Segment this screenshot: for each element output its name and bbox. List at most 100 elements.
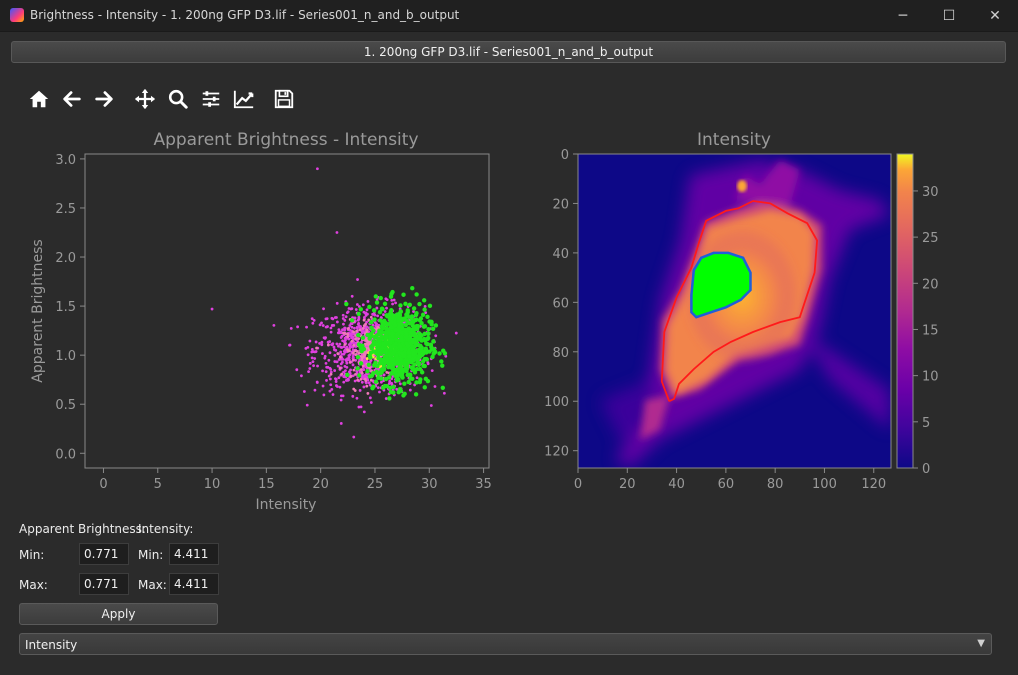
int-max-label: Max: — [138, 578, 167, 592]
scatter-point — [335, 360, 339, 364]
scatter-point — [369, 401, 373, 404]
scatter-point — [363, 353, 367, 357]
scatter-point — [405, 344, 411, 349]
scatter-point — [384, 383, 390, 389]
image-y-tick-label: 80 — [552, 346, 569, 361]
scatter-axes[interactable] — [84, 153, 490, 469]
scatter-point — [375, 363, 380, 369]
scatter-point — [454, 331, 458, 335]
scatter-point — [372, 317, 377, 322]
scatter-point — [389, 325, 394, 330]
scatter-point — [396, 377, 401, 382]
mode-dropdown[interactable]: Intensity ▼ — [19, 633, 992, 655]
scatter-point — [350, 294, 354, 298]
scatter-point — [346, 332, 350, 336]
scatter-point — [361, 326, 365, 330]
image-x-axis: 0 20 40 60 80 100 120 — [574, 468, 886, 492]
scatter-point — [359, 377, 363, 381]
scatter-point — [325, 379, 328, 382]
ab-min-input[interactable] — [79, 543, 129, 565]
scatter-point — [364, 322, 367, 326]
scatter-point — [401, 393, 406, 398]
scatter-point — [423, 305, 427, 308]
scatter-point — [360, 335, 366, 341]
scatter-point — [308, 367, 312, 370]
scatter-point — [379, 380, 383, 384]
scatter-point — [333, 348, 336, 352]
scatter-point — [414, 366, 420, 372]
scatter-point — [340, 346, 344, 349]
scatter-point — [339, 398, 343, 402]
intensity-image[interactable] — [578, 154, 891, 468]
scatter-point — [410, 286, 415, 291]
scatter-point — [398, 388, 404, 394]
scatter-point — [408, 358, 413, 363]
scatter-point — [338, 366, 342, 370]
scatter-point — [426, 331, 431, 337]
scatter-point — [314, 340, 318, 344]
scatter-point — [351, 363, 355, 367]
scatter-point — [382, 301, 388, 307]
scatter-point — [322, 307, 325, 311]
scatter-point — [417, 301, 422, 307]
scatter-point — [305, 325, 308, 329]
scatter-point — [349, 307, 353, 311]
image-x-tick-label: 40 — [668, 477, 685, 492]
scatter-point — [413, 392, 419, 397]
scatter-point — [415, 323, 421, 329]
scatter-point — [349, 368, 352, 372]
scatter-point — [406, 379, 411, 385]
scatter-point — [410, 339, 415, 345]
image-x-tick-label: 100 — [812, 477, 837, 492]
scatter-point — [381, 341, 386, 347]
image-x-tick-label: 0 — [574, 477, 582, 492]
scatter-point — [341, 313, 345, 317]
scatter-point — [369, 315, 373, 319]
mode-dropdown-value: Intensity — [25, 638, 78, 652]
scatter-point — [320, 321, 323, 325]
scatter-point — [401, 353, 407, 359]
scatter-point — [421, 349, 426, 354]
scatter-point — [363, 377, 367, 381]
int-min-input[interactable] — [169, 543, 219, 565]
figure-canvas[interactable]: Apparent Brightness - Intensity 0 5 10 15 20… — [0, 0, 1018, 520]
scatter-point — [359, 355, 363, 358]
scatter-point — [422, 307, 427, 312]
scatter-point — [321, 384, 325, 388]
scatter-point — [335, 342, 339, 346]
scatter-x-tick-label: 30 — [421, 477, 438, 492]
scatter-point — [361, 375, 365, 379]
scatter-y-tick-label: 3.0 — [55, 153, 76, 168]
scatter-point — [373, 379, 379, 384]
scatter-point — [324, 361, 328, 365]
scatter-point — [318, 342, 321, 345]
scatter-point — [380, 385, 386, 390]
scatter-point — [329, 372, 333, 376]
scatter-point — [346, 327, 350, 330]
image-y-tick-label: 0 — [561, 148, 569, 163]
scatter-point — [331, 342, 335, 346]
scatter-point — [306, 345, 310, 349]
scatter-point — [344, 315, 348, 319]
scatter-point — [311, 360, 315, 364]
image-y-tick-label: 100 — [544, 395, 569, 410]
int-max-input[interactable] — [169, 573, 219, 595]
scatter-point — [313, 357, 317, 360]
scatter-point — [378, 359, 384, 364]
scatter-point — [405, 309, 410, 315]
scatter-point — [324, 336, 327, 340]
scatter-point — [343, 326, 347, 330]
scatter-point — [439, 359, 444, 364]
scatter-point — [355, 303, 359, 306]
scatter-point — [345, 345, 349, 349]
scatter-point — [324, 370, 328, 374]
scatter-point — [355, 350, 359, 353]
scatter-point — [366, 392, 370, 395]
scatter-x-tick-label: 10 — [204, 477, 221, 492]
scatter-point — [272, 323, 276, 327]
scatter-point — [399, 347, 404, 352]
apply-button[interactable]: Apply — [19, 603, 218, 625]
ab-max-input[interactable] — [79, 573, 129, 595]
scatter-point — [355, 396, 359, 400]
colorbar-tick-label: 20 — [922, 277, 939, 292]
